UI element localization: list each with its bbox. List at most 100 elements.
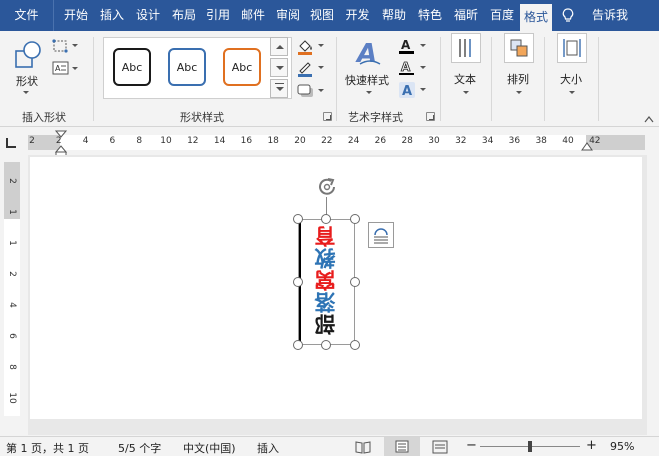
zoom-out-button[interactable]: −	[466, 438, 477, 453]
right-indent-marker[interactable]	[581, 141, 593, 151]
print-layout-icon	[395, 440, 409, 453]
resize-handle-b[interactable]	[321, 340, 331, 350]
chevron-down-icon	[318, 66, 324, 69]
resize-handle-t[interactable]	[321, 214, 331, 224]
gallery-scroll-up[interactable]	[270, 37, 288, 56]
tab-baidu[interactable]: 百度	[484, 0, 520, 31]
vruler-number: 8	[7, 364, 17, 370]
shape-style-orange[interactable]: Abc	[223, 48, 261, 86]
print-layout-view[interactable]	[384, 437, 420, 456]
shape-styles-launcher[interactable]	[323, 112, 332, 121]
shape-effects-icon[interactable]	[296, 83, 316, 99]
language-indicator[interactable]: 中文(中国)	[183, 440, 236, 456]
lightbulb-icon	[562, 8, 574, 22]
ruler-number: 22	[321, 136, 333, 146]
tab-developer[interactable]: 开发	[339, 0, 376, 31]
size-label[interactable]: 大小	[560, 71, 582, 87]
svg-text:A: A	[55, 64, 61, 73]
vruler-number: 2	[7, 178, 17, 184]
word-count[interactable]: 5/5 个字	[118, 440, 161, 456]
textbox-icon[interactable]: A	[52, 61, 70, 75]
text-box[interactable]: 部落窝教育	[298, 219, 355, 345]
resize-handle-bl[interactable]	[293, 340, 303, 350]
text-effects-icon[interactable]: A	[398, 81, 416, 99]
tab-design[interactable]: 设计	[130, 0, 166, 31]
insert-mode[interactable]: 插入	[257, 440, 279, 456]
svg-text:A: A	[401, 38, 411, 52]
indent-marker[interactable]	[55, 130, 67, 158]
arrange-label[interactable]: 排列	[507, 71, 529, 87]
quick-styles-label[interactable]: 快速样式	[345, 72, 389, 88]
ruler-number: 38	[535, 136, 547, 146]
vertical-ruler[interactable]: 2 1 1 2 4 6 8 10	[4, 162, 20, 416]
text-outline-icon[interactable]: A	[398, 59, 416, 77]
tab-view[interactable]: 视图	[305, 0, 339, 31]
ruler-number: 18	[267, 136, 279, 146]
tab-foxit[interactable]: 福昕	[448, 0, 484, 31]
chevron-down-icon	[569, 91, 575, 94]
shape-outline-icon[interactable]	[296, 59, 316, 77]
tab-help[interactable]: 帮助	[376, 0, 412, 31]
rotate-handle-icon[interactable]	[316, 176, 338, 198]
tab-review[interactable]: 审阅	[270, 0, 306, 31]
text-char: 教	[313, 247, 338, 269]
vruler-number: 4	[7, 302, 17, 308]
edit-shape-icon[interactable]	[52, 39, 70, 53]
chevron-down-icon	[366, 91, 372, 94]
wordart-styles-launcher[interactable]	[426, 112, 435, 121]
group-divider	[491, 37, 492, 121]
wordart-quick-styles-icon[interactable]: A	[354, 37, 384, 67]
vruler-number: 10	[7, 392, 17, 404]
tab-insert[interactable]: 插入	[94, 0, 130, 31]
shapes-label[interactable]: 形状	[16, 73, 38, 89]
chevron-down-icon	[420, 44, 426, 47]
resize-handle-br[interactable]	[350, 340, 360, 350]
horizontal-ruler[interactable]: 2 2 4 6 8 10 12 14 16 18 20 22 24 26 28 30 32 34 36 38 40 42	[28, 135, 645, 150]
ruler-number: 26	[374, 136, 387, 146]
wordart-group-label: 艺术字样式	[348, 111, 403, 124]
svg-text:A: A	[401, 60, 411, 74]
text-char: 落	[313, 291, 338, 313]
gallery-scroll-down[interactable]	[270, 58, 288, 77]
chevron-down-icon	[72, 44, 78, 47]
tab-layout[interactable]: 布局	[166, 0, 202, 31]
collapse-ribbon-icon[interactable]	[644, 115, 654, 123]
tab-featured[interactable]: 特色	[412, 0, 448, 31]
text-fill-icon[interactable]: A	[398, 37, 416, 55]
ruler-number: 30	[428, 136, 440, 146]
chevron-down-icon	[318, 44, 324, 47]
resize-handle-tr[interactable]	[350, 214, 360, 224]
shapes-icon[interactable]	[13, 39, 45, 71]
chevron-down-icon	[420, 66, 426, 69]
tab-file[interactable]: 文件	[0, 0, 54, 31]
tab-stop-selector[interactable]	[6, 138, 16, 148]
shape-style-black[interactable]: Abc	[113, 48, 151, 86]
tell-me-search[interactable]: 告诉我	[586, 0, 634, 31]
web-layout-icon[interactable]	[432, 440, 448, 454]
read-mode-icon[interactable]	[355, 440, 371, 454]
tab-format[interactable]: 格式	[520, 4, 552, 31]
arrange-button[interactable]	[504, 33, 534, 63]
resize-handle-r[interactable]	[350, 277, 360, 287]
text-label[interactable]: 文本	[454, 71, 476, 87]
resize-handle-tl[interactable]	[293, 214, 303, 224]
text-button[interactable]	[451, 33, 481, 63]
group-divider	[544, 37, 545, 121]
tab-mailings[interactable]: 邮件	[235, 0, 271, 31]
tab-references[interactable]: 引用	[200, 0, 236, 31]
size-button[interactable]	[557, 33, 587, 63]
shape-fill-icon[interactable]	[296, 37, 316, 55]
page-count[interactable]: 第 1 页，共 1 页	[6, 440, 89, 456]
gallery-more-button[interactable]	[270, 79, 288, 98]
zoom-slider-thumb[interactable]	[528, 441, 532, 452]
chevron-down-icon	[463, 91, 469, 94]
zoom-level[interactable]: 95%	[610, 440, 634, 453]
layout-options-button[interactable]	[368, 222, 394, 248]
resize-handle-l[interactable]	[293, 277, 303, 287]
zoom-in-button[interactable]: +	[586, 438, 597, 453]
tab-home[interactable]: 开始	[58, 0, 94, 31]
ruler-number: 10	[160, 136, 172, 146]
ribbon-tab-bar: 文件 开始 插入 设计 布局 引用 邮件 审阅 视图 开发 帮助 特色 福昕 百…	[0, 0, 659, 31]
shape-style-blue[interactable]: Abc	[168, 48, 206, 86]
vertical-text[interactable]: 部落窝教育	[312, 225, 340, 335]
